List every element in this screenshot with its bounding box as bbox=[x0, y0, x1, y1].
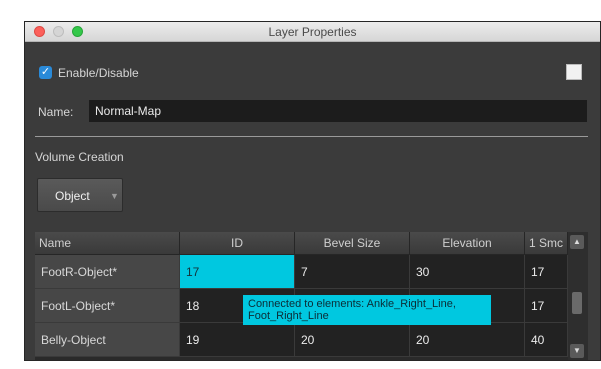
cell-name[interactable]: FootR-Object* bbox=[35, 255, 180, 289]
column-header-smooth[interactable]: 1 Smc bbox=[525, 232, 568, 254]
volume-type-dropdown[interactable]: Object ▼ bbox=[37, 178, 123, 212]
volume-type-value: Object bbox=[55, 189, 90, 203]
title-bar: Layer Properties bbox=[25, 22, 600, 42]
table-scrollbar[interactable]: ▲ ▼ bbox=[568, 232, 588, 360]
cell-elevation[interactable]: 30 bbox=[410, 255, 525, 289]
column-header-bevel-size[interactable]: Bevel Size bbox=[295, 232, 410, 254]
table-row: FootR-Object* 17 7 30 17 bbox=[35, 255, 568, 289]
cell-smooth[interactable]: 40 bbox=[525, 323, 568, 357]
minimize-window-button[interactable] bbox=[53, 26, 64, 37]
enable-label: Enable/Disable bbox=[58, 66, 139, 80]
enable-checkbox[interactable]: ✓ bbox=[39, 66, 52, 79]
name-input[interactable]: Normal-Map bbox=[89, 100, 587, 122]
column-header-id[interactable]: ID bbox=[180, 232, 295, 254]
tooltip-line-1: Connected to elements: Ankle_Right_Line, bbox=[248, 298, 456, 310]
cell-bevel-size[interactable]: 20 bbox=[295, 323, 410, 357]
scroll-up-arrow-icon[interactable]: ▲ bbox=[570, 235, 584, 249]
cell-smooth[interactable]: 17 bbox=[525, 255, 568, 289]
tooltip-line-2: Foot_Right_Line bbox=[248, 310, 329, 322]
window-title: Layer Properties bbox=[268, 24, 357, 39]
cell-name[interactable]: FootL-Object* bbox=[35, 289, 180, 323]
table-header: Name ID Bevel Size Elevation 1 Smc bbox=[35, 232, 588, 255]
name-label: Name: bbox=[38, 105, 74, 119]
scroll-down-arrow-icon[interactable]: ▼ bbox=[570, 344, 584, 358]
cell-elevation[interactable]: 20 bbox=[410, 323, 525, 357]
layer-color-swatch[interactable] bbox=[566, 64, 582, 80]
connection-tooltip: Connected to elements: Ankle_Right_Line,… bbox=[243, 295, 491, 325]
cell-name[interactable]: Belly-Object bbox=[35, 323, 180, 357]
layer-properties-window: Layer Properties ✓ Enable/Disable Name: … bbox=[24, 21, 601, 361]
window-controls bbox=[34, 26, 83, 37]
scrollbar-thumb[interactable] bbox=[572, 292, 582, 314]
cell-id[interactable]: 19 bbox=[180, 323, 295, 357]
close-window-button[interactable] bbox=[34, 26, 45, 37]
volume-creation-label: Volume Creation bbox=[35, 150, 124, 164]
column-header-elevation[interactable]: Elevation bbox=[410, 232, 525, 254]
maximize-window-button[interactable] bbox=[72, 26, 83, 37]
cell-smooth[interactable]: 17 bbox=[525, 289, 568, 323]
table-row: Belly-Object 19 20 20 40 bbox=[35, 323, 568, 357]
chevron-down-icon: ▼ bbox=[110, 191, 119, 201]
cell-bevel-size[interactable]: 7 bbox=[295, 255, 410, 289]
column-header-name[interactable]: Name bbox=[35, 232, 180, 254]
section-divider bbox=[35, 136, 588, 137]
cell-id[interactable]: 17 bbox=[180, 255, 295, 289]
